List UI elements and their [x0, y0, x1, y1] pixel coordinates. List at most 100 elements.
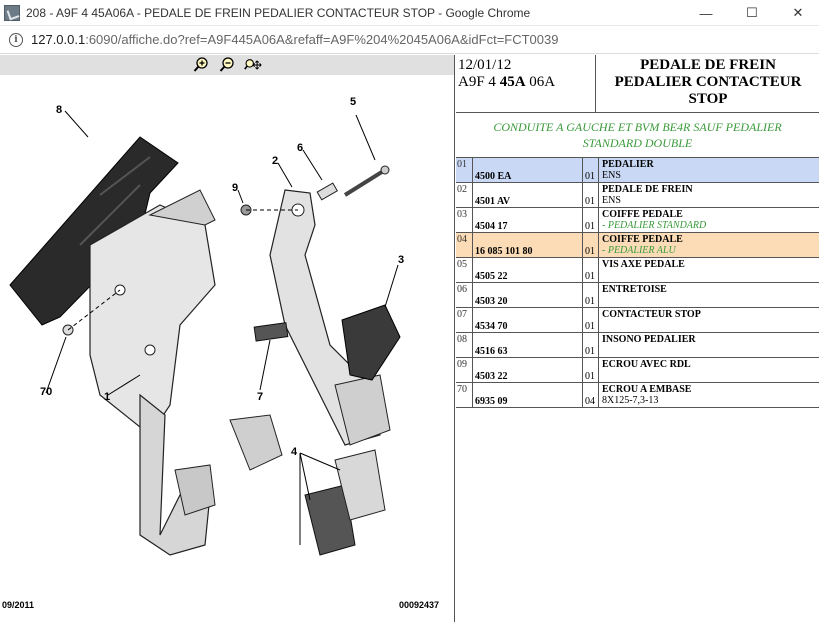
- header-title: PEDALE DE FREIN PEDALIER CONTACTEUR STOP: [614, 57, 802, 107]
- parts-table: 01 4500 EA 01 PEDALIER ENS 02 4501 AV 01 PEDALE …: [456, 158, 819, 408]
- parts-row[interactable]: 06 4503 20 01 ENTRETOISE: [456, 283, 819, 308]
- url-path: :6090/affiche.do?ref=A9F445A06A&refaff=A…: [85, 32, 559, 47]
- row-reference[interactable]: 4503 20: [473, 283, 583, 307]
- header-ref-block: 12/01/12 A9F 4 45A 06A: [456, 55, 596, 113]
- row-reference[interactable]: 4534 70: [473, 308, 583, 332]
- zoom-move-icon[interactable]: [244, 57, 262, 73]
- row-note: - PEDALIER ALU: [602, 245, 676, 256]
- row-index: 09: [456, 358, 473, 382]
- row-name: PEDALE DE FREIN: [602, 184, 693, 195]
- diagram-number: 00092437: [399, 600, 440, 610]
- zoom-out-icon[interactable]: [218, 57, 236, 73]
- parts-row[interactable]: 02 4501 AV 01 PEDALE DE FREIN ENS: [456, 183, 819, 208]
- row-description: INSONO PEDALIER: [599, 333, 819, 357]
- row-quantity: 01: [583, 258, 599, 282]
- row-index: 05: [456, 258, 473, 282]
- row-name: PEDALIER: [602, 159, 654, 170]
- condition-text: CONDUITE A GAUCHE ET BVM BE4R SAUF PEDAL…: [456, 114, 819, 158]
- parts-row[interactable]: 04 16 085 101 80 01 COIFFE PEDALE - PEDALIER…: [456, 233, 819, 258]
- parts-row[interactable]: 70 6935 09 04 ECROU A EMBASE 8X125-7,3-13: [456, 383, 819, 408]
- url-host: 127.0.0.1: [31, 32, 86, 47]
- row-name: COIFFE PEDALE: [602, 234, 683, 245]
- row-reference[interactable]: 4504 17: [473, 208, 583, 232]
- address-bar[interactable]: i 127.0.0.1:6090/affiche.do?ref=A9F445A0…: [0, 26, 819, 54]
- row-reference[interactable]: 4503 22: [473, 358, 583, 382]
- row-name: VIS AXE PEDALE: [602, 259, 685, 270]
- parts-pane: 12/01/12 A9F 4 45A 06A PEDALE DE FREIN P…: [456, 55, 819, 622]
- row-quantity: 01: [583, 308, 599, 332]
- row-reference[interactable]: 4501 AV: [473, 183, 583, 207]
- callout-70: 70: [40, 386, 52, 398]
- row-index: 70: [456, 383, 473, 407]
- row-index: 04: [456, 233, 473, 257]
- parts-row[interactable]: 09 4503 22 01 ECROU AVEC RDL: [456, 358, 819, 383]
- row-name: ENTRETOISE: [602, 284, 667, 295]
- row-index: 08: [456, 333, 473, 357]
- row-description: PEDALIER ENS: [599, 158, 819, 182]
- row-name: ECROU A EMBASE: [602, 384, 692, 395]
- row-quantity: 01: [583, 358, 599, 382]
- callout-1: 1: [104, 391, 110, 403]
- minimize-button[interactable]: —: [683, 0, 729, 26]
- row-reference[interactable]: 4505 22: [473, 258, 583, 282]
- callout-6: 6: [297, 142, 303, 154]
- row-name: ECROU AVEC RDL: [602, 359, 691, 370]
- window-title: 208 - A9F 4 45A06A - PEDALE DE FREIN PED…: [26, 5, 531, 20]
- row-quantity: 04: [583, 383, 599, 407]
- row-quantity: 01: [583, 283, 599, 307]
- callout-3: 3: [398, 254, 404, 266]
- row-note: - PEDALIER STANDARD: [602, 220, 707, 231]
- row-description: COIFFE PEDALE - PEDALIER ALU: [599, 233, 819, 257]
- row-reference[interactable]: 16 085 101 80: [473, 233, 583, 257]
- callout-4: 4: [291, 446, 298, 458]
- diagram-pane: 8 5 6 2 9 3 70 1 7 4 09/2011 00092437: [0, 55, 455, 622]
- row-reference[interactable]: 6935 09: [473, 383, 583, 407]
- callout-7: 7: [257, 391, 263, 403]
- row-name: CONTACTEUR STOP: [602, 309, 701, 320]
- pedal-assembly-diagram: 8 5 6 2 9 3 70 1 7 4: [9, 96, 404, 556]
- row-index: 07: [456, 308, 473, 332]
- parts-header: 12/01/12 A9F 4 45A 06A PEDALE DE FREIN P…: [456, 55, 819, 113]
- app-icon: [4, 4, 20, 21]
- callout-9: 9: [232, 182, 238, 194]
- row-description: COIFFE PEDALE - PEDALIER STANDARD: [599, 208, 819, 232]
- row-index: 01: [456, 158, 473, 182]
- row-index: 06: [456, 283, 473, 307]
- callout-5: 5: [350, 96, 356, 108]
- parts-row[interactable]: 01 4500 EA 01 PEDALIER ENS: [456, 158, 819, 183]
- callout-2: 2: [272, 155, 278, 167]
- row-note: 8X125-7,3-13: [602, 395, 659, 406]
- header-date: 12/01/12: [458, 57, 512, 73]
- row-description: CONTACTEUR STOP: [599, 308, 819, 332]
- header-code: A9F 4 45A 06A: [458, 74, 556, 90]
- zoom-in-icon[interactable]: [192, 57, 210, 73]
- parts-row[interactable]: 05 4505 22 01 VIS AXE PEDALE: [456, 258, 819, 283]
- row-quantity: 01: [583, 233, 599, 257]
- info-icon[interactable]: i: [9, 32, 23, 47]
- row-quantity: 01: [583, 183, 599, 207]
- diagram-date: 09/2011: [2, 600, 35, 610]
- parts-row[interactable]: 07 4534 70 01 CONTACTEUR STOP: [456, 308, 819, 333]
- row-index: 02: [456, 183, 473, 207]
- row-quantity: 01: [583, 208, 599, 232]
- row-note: ENS: [602, 170, 621, 181]
- row-quantity: 01: [583, 158, 599, 182]
- row-description: VIS AXE PEDALE: [599, 258, 819, 282]
- maximize-button[interactable]: ☐: [729, 0, 775, 26]
- callout-8: 8: [56, 104, 62, 116]
- parts-row[interactable]: 03 4504 17 01 COIFFE PEDALE - PEDALIER STAND…: [456, 208, 819, 233]
- row-reference[interactable]: 4500 EA: [473, 158, 583, 182]
- row-name: COIFFE PEDALE: [602, 209, 683, 220]
- parts-row[interactable]: 08 4516 63 01 INSONO PEDALIER: [456, 333, 819, 358]
- row-reference[interactable]: 4516 63: [473, 333, 583, 357]
- row-description: ECROU AVEC RDL: [599, 358, 819, 382]
- row-name: INSONO PEDALIER: [602, 334, 696, 345]
- row-description: ENTRETOISE: [599, 283, 819, 307]
- close-button[interactable]: ✕: [775, 0, 819, 26]
- zoom-toolbar: [0, 55, 454, 75]
- row-index: 03: [456, 208, 473, 232]
- row-note: ENS: [602, 195, 621, 206]
- row-description: PEDALE DE FREIN ENS: [599, 183, 819, 207]
- url-text[interactable]: 127.0.0.1:6090/affiche.do?ref=A9F445A06A…: [31, 32, 558, 47]
- row-quantity: 01: [583, 333, 599, 357]
